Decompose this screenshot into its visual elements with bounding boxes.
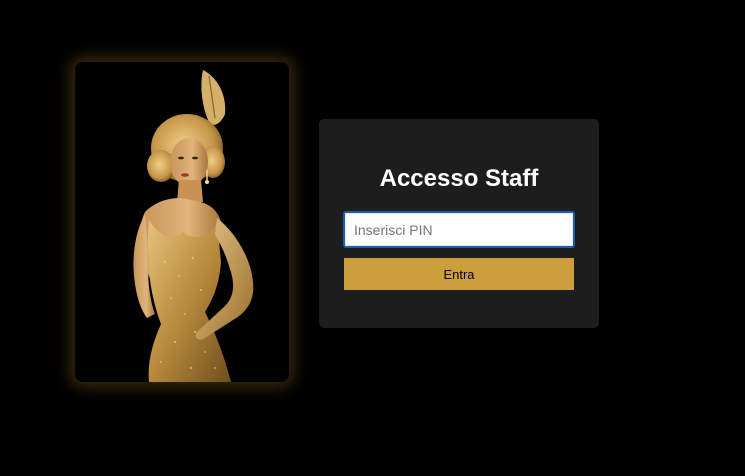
staff-login-page: Accesso Staff Entra — [0, 0, 745, 476]
enter-button[interactable]: Entra — [344, 258, 574, 290]
login-panel: Accesso Staff Entra — [319, 119, 599, 328]
login-title: Accesso Staff — [379, 165, 539, 192]
flapper-woman-illustration — [75, 62, 289, 382]
pin-input[interactable] — [343, 211, 575, 248]
portrait-image — [75, 62, 289, 382]
